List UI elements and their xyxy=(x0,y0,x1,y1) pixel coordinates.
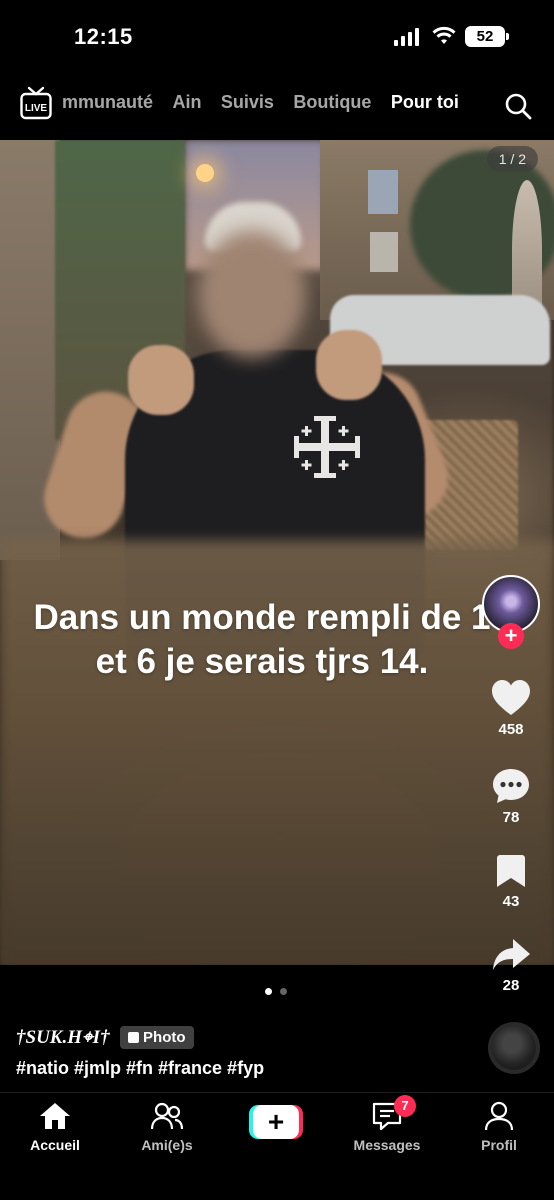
photo-badge-label: Photo xyxy=(143,1029,186,1046)
live-label: LIVE xyxy=(25,103,48,114)
wifi-icon xyxy=(432,26,456,44)
cross-emblem-icon xyxy=(294,416,360,478)
tab-pour-toi[interactable]: Pour toi xyxy=(391,92,459,113)
status-bar: 12:15 52 xyxy=(0,0,554,76)
follow-plus-button[interactable]: + xyxy=(498,623,524,649)
post-photo[interactable]: 1 / 2 Dans un monde rempli de 1 et 6 je … xyxy=(0,140,554,965)
bookmark-icon xyxy=(497,855,525,887)
create-plus-icon: + xyxy=(253,1105,299,1139)
hashtags[interactable]: #natio #jmlp #fn #france #fyp xyxy=(16,1058,264,1079)
nav-friends-label: Ami(e)s xyxy=(141,1137,193,1153)
feed-tabs: mmunauté Ain Suivis Boutique Pour toi xyxy=(62,92,488,122)
music-disc-icon[interactable] xyxy=(488,1022,540,1074)
photo-badge: Photo xyxy=(120,1026,194,1049)
friends-icon xyxy=(150,1102,184,1130)
post-caption: Dans un monde rempli de 1 et 6 je serais… xyxy=(33,598,491,681)
photo-mode-icon xyxy=(128,1032,140,1043)
tab-suivis[interactable]: Suivis xyxy=(221,92,274,113)
messages-badge: 7 xyxy=(394,1095,416,1117)
share-arrow-icon xyxy=(493,939,530,970)
comment-button[interactable]: 78 xyxy=(474,767,548,826)
comment-icon xyxy=(493,769,529,803)
carousel-dots xyxy=(265,988,295,998)
like-count: 458 xyxy=(498,721,524,738)
top-nav: LIVE mmunauté Ain Suivis Boutique Pour t… xyxy=(0,76,554,136)
author-name[interactable]: †SUK.H⌖I† xyxy=(16,1027,110,1049)
comment-count: 78 xyxy=(502,809,520,826)
like-button[interactable]: 458 xyxy=(474,679,548,738)
blurred-face xyxy=(198,230,306,358)
battery-indicator: 52 xyxy=(465,26,509,47)
tab-ain[interactable]: Ain xyxy=(172,92,201,113)
nav-home[interactable]: Accueil xyxy=(0,1101,110,1153)
carousel-dot xyxy=(280,988,287,995)
profile-icon xyxy=(484,1101,514,1131)
home-icon xyxy=(40,1103,70,1129)
heart-icon xyxy=(492,680,530,715)
nav-home-label: Accueil xyxy=(30,1137,80,1153)
share-button[interactable]: 28 xyxy=(474,937,548,994)
create-button[interactable]: + xyxy=(249,1105,303,1139)
nav-profile-label: Profil xyxy=(481,1137,517,1153)
image-counter: 1 / 2 xyxy=(486,146,538,172)
author-row: †SUK.H⌖I† Photo xyxy=(16,1026,194,1054)
save-button[interactable]: 43 xyxy=(474,853,548,910)
live-tv-icon[interactable]: LIVE xyxy=(20,86,52,120)
tab-boutique[interactable]: Boutique xyxy=(293,92,371,113)
share-count: 28 xyxy=(502,977,520,994)
tab-communaute[interactable]: mmunauté xyxy=(62,92,153,113)
status-time: 12:15 xyxy=(74,24,133,49)
nav-profile[interactable]: Profil xyxy=(444,1101,554,1153)
bottom-nav: Accueil Ami(e)s + 7 Messages Profil xyxy=(0,1092,554,1200)
cellular-signal-icon xyxy=(394,28,420,46)
search-icon[interactable] xyxy=(504,92,532,120)
nav-messages[interactable]: 7 Messages xyxy=(332,1095,442,1153)
nav-friends[interactable]: Ami(e)s xyxy=(112,1101,222,1153)
save-count: 43 xyxy=(502,893,520,910)
carousel-dot-active xyxy=(265,988,272,995)
nav-messages-label: Messages xyxy=(353,1137,421,1153)
